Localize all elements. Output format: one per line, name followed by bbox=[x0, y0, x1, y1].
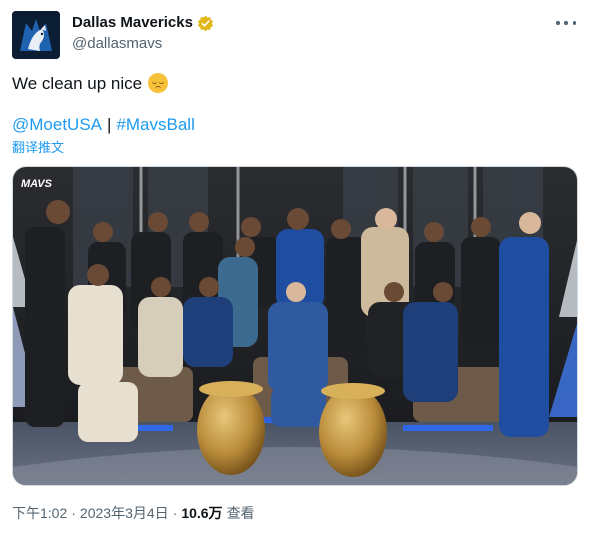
tweet-text-content: We clean up nice bbox=[12, 74, 143, 93]
avatar[interactable] bbox=[12, 11, 60, 59]
hashtag-link[interactable]: #MavsBall bbox=[116, 115, 194, 134]
author-name-row[interactable]: Dallas Mavericks bbox=[72, 14, 214, 32]
mavs-overlay-text: MAVS bbox=[21, 178, 53, 190]
translate-tweet-link[interactable]: 翻译推文 bbox=[12, 137, 64, 156]
display-name[interactable]: Dallas Mavericks bbox=[72, 14, 193, 32]
meta-dot: · bbox=[71, 505, 76, 521]
relieved-face-emoji-icon bbox=[148, 73, 169, 93]
verified-badge-icon bbox=[197, 15, 213, 31]
tweet-text: We clean up nice bbox=[12, 73, 169, 95]
tweet-time[interactable]: 下午1:02 bbox=[12, 503, 67, 523]
mavericks-logo-icon bbox=[12, 11, 60, 59]
tweet-photo[interactable]: MAVS bbox=[12, 166, 578, 486]
tweet-date[interactable]: 2023年3月4日 bbox=[80, 503, 169, 523]
meta-dot: · bbox=[172, 505, 178, 521]
tweet-card: Dallas Mavericks @dallasmavs We clean up… bbox=[0, 0, 594, 534]
tweet-meta: 下午1:02 · 2023年3月4日 · 10.6万 查看 bbox=[12, 503, 255, 523]
views-count[interactable]: 10.6万 bbox=[181, 503, 222, 523]
tweet-mentions: @MoetUSA | #MavsBall bbox=[12, 114, 195, 136]
more-options-icon[interactable] bbox=[556, 14, 576, 32]
team-photo-image: MAVS bbox=[13, 167, 577, 485]
views-label: 查看 bbox=[226, 505, 255, 521]
mavs-overlay-logo: MAVS bbox=[21, 178, 53, 190]
handle[interactable]: @dallasmavs bbox=[72, 35, 162, 52]
mention-link[interactable]: @MoetUSA bbox=[12, 115, 102, 134]
mention-separator: | bbox=[107, 115, 112, 134]
